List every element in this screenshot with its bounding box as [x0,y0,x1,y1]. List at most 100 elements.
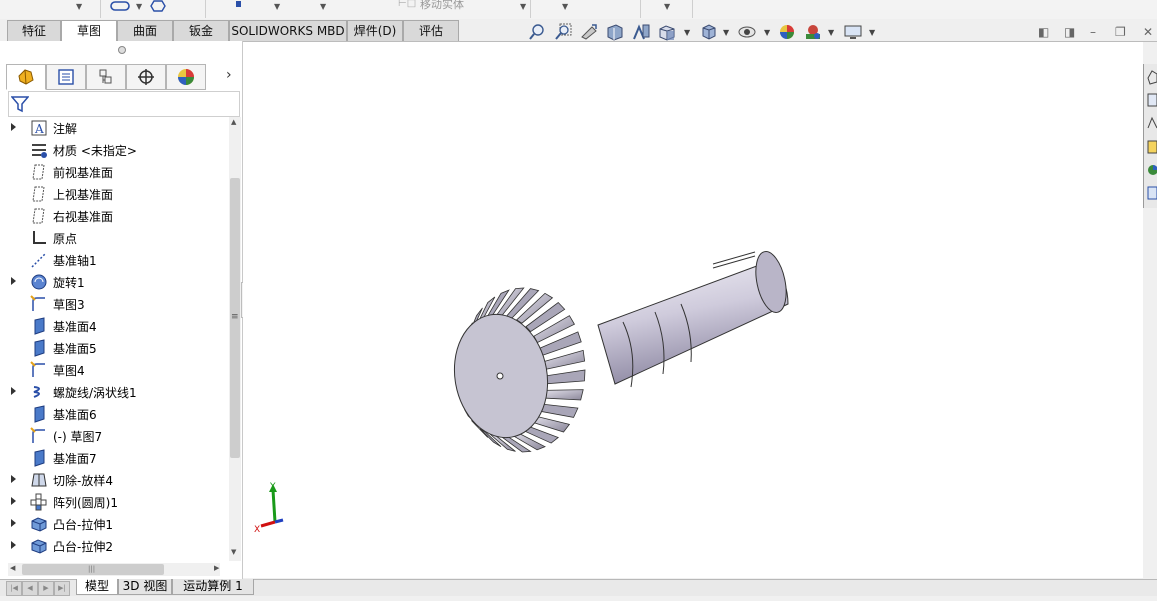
move-entity-icon[interactable]: ⊢□ [398,0,416,9]
hide-show-icon[interactable] [738,23,756,41]
chevron-right-icon[interactable]: › [226,67,232,83]
tab-property-manager[interactable] [46,64,86,90]
tab-3d-views[interactable]: 3D 视图 [118,579,172,595]
appearances-scenes-icon[interactable] [1146,161,1157,179]
restore-panel-left-icon[interactable]: ◧ [1038,25,1049,39]
feature-tree-item[interactable]: (-) 草图7 [0,425,226,447]
feature-tree-filter[interactable] [8,91,240,117]
restore-panel-right-icon[interactable]: ◨ [1064,25,1075,39]
feature-tree-item[interactable]: 基准轴1 [0,249,226,271]
point-icon[interactable] [236,1,241,7]
toolbar-separator [640,0,641,18]
feature-tree-item[interactable]: 草图4 [0,359,226,381]
dynamic-annotation-icon[interactable] [632,23,650,41]
view-settings-icon[interactable] [844,23,862,41]
dropdown-arrow-icon[interactable]: ▼ [684,28,690,37]
feature-tree-item[interactable]: 基准面7 [0,447,226,469]
expand-arrow-icon[interactable] [11,475,16,483]
feature-tree-item[interactable]: 切除-放样4 [0,469,226,491]
dropdown-arrow-icon[interactable]: ▼ [320,2,326,11]
dropdown-arrow-icon[interactable]: ▼ [274,2,280,11]
expand-arrow-icon[interactable] [11,541,16,549]
apply-scene-icon[interactable] [804,23,822,41]
feature-tree-item[interactable]: A 注解 [0,117,226,139]
tab-configuration-manager[interactable] [86,64,126,90]
tab-features[interactable]: 特征 [7,20,61,41]
feature-tree-item[interactable]: 阵列(圆周)1 [0,491,226,513]
feature-tree-item[interactable]: 右视基准面 [0,205,226,227]
view-palette-icon[interactable] [1146,138,1157,156]
tab-surfaces[interactable]: 曲面 [117,20,173,41]
view-orientation-icon[interactable] [658,23,676,41]
scroll-right-icon[interactable]: ▶ [214,564,219,572]
drag-handle-icon[interactable]: ≡ [231,312,239,322]
panel-collapse-handle[interactable] [118,46,126,54]
polygon-icon[interactable] [150,0,166,12]
feature-tree-item[interactable]: 基准面6 [0,403,226,425]
tab-solidworks-mbd[interactable]: SOLIDWORKS MBD [229,20,347,41]
maximize-icon[interactable]: ❐ [1115,25,1126,39]
dropdown-arrow-icon[interactable]: ▼ [562,2,568,11]
first-tab-icon[interactable]: |◀ [6,581,22,596]
scroll-down-icon[interactable]: ▼ [231,548,236,556]
dropdown-arrow-icon[interactable]: ▼ [76,2,82,11]
solidworks-resources-icon[interactable] [1146,68,1157,86]
feature-tree-item[interactable]: 草图3 [0,293,226,315]
bevel-gear-shaft-model[interactable] [243,42,1143,578]
expand-arrow-icon[interactable] [11,277,16,285]
display-style-icon[interactable] [700,23,718,41]
section-view-icon[interactable] [606,23,624,41]
feature-tree-item[interactable]: 基准面4 [0,315,226,337]
feature-tree-item[interactable]: 螺旋线/涡状线1 [0,381,226,403]
dropdown-arrow-icon[interactable]: ▼ [664,2,670,11]
dropdown-arrow-icon[interactable]: ▼ [520,2,526,11]
design-library-icon[interactable] [1146,91,1157,109]
feature-tree-item[interactable]: 原点 [0,227,226,249]
tab-motion-study[interactable]: 运动算例 1 [172,579,254,595]
dropdown-arrow-icon[interactable]: ▼ [828,28,834,37]
last-tab-icon[interactable]: ▶| [54,581,70,596]
tab-dimxpert-manager[interactable] [126,64,166,90]
feature-tree-item[interactable]: 基准面5 [0,337,226,359]
expand-arrow-icon[interactable] [11,519,16,527]
close-icon[interactable]: ✕ [1143,25,1153,39]
feature-tree-item[interactable]: 前视基准面 [0,161,226,183]
tab-sketch[interactable]: 草图 [61,20,117,41]
scroll-left-icon[interactable]: ◀ [10,564,15,572]
origin-icon [33,231,46,244]
scroll-up-icon[interactable]: ▲ [231,118,236,126]
feature-tree-item-label: 基准面6 [53,408,97,422]
feature-tree-item[interactable]: 凸台-拉伸2 [0,535,226,557]
feature-tree-item[interactable]: 旋转1 [0,271,226,293]
tab-evaluate[interactable]: 评估 [403,20,459,41]
feature-tree-item[interactable]: 上视基准面 [0,183,226,205]
feature-tree-item[interactable]: 材质 <未指定> [0,139,226,161]
tab-sheet-metal[interactable]: 钣金 [173,20,229,41]
tab-model[interactable]: 模型 [76,579,118,595]
dropdown-arrow-icon[interactable]: ▼ [764,28,770,37]
expand-arrow-icon[interactable] [11,123,16,131]
tab-weldments[interactable]: 焊件(D) [347,20,403,41]
tab-display-manager[interactable] [166,64,206,90]
move-entity-label[interactable]: 移动实体 [420,0,464,12]
zoom-to-area-icon[interactable] [554,23,572,41]
dropdown-arrow-icon[interactable]: ▼ [723,28,729,37]
edit-appearance-icon[interactable] [778,23,796,41]
zoom-to-fit-icon[interactable] [528,23,546,41]
prev-tab-icon[interactable]: ◀ [22,581,38,596]
expand-arrow-icon[interactable] [11,387,16,395]
dropdown-arrow-icon[interactable]: ▼ [136,2,142,11]
feature-tree-item[interactable]: 凸台-拉伸1 [0,513,226,535]
circular-pattern-icon [30,493,47,511]
dropdown-arrow-icon[interactable]: ▼ [869,28,875,37]
file-explorer-icon[interactable] [1146,114,1157,132]
custom-properties-icon[interactable] [1146,184,1157,202]
expand-arrow-icon[interactable] [11,497,16,505]
graphics-area[interactable]: Y X [243,42,1143,578]
slot-icon[interactable] [110,1,130,13]
previous-view-icon[interactable] [580,23,598,41]
next-tab-icon[interactable]: ▶ [38,581,54,596]
tab-feature-manager[interactable] [6,64,46,90]
feature-tree-item-label: 凸台-拉伸1 [53,518,113,532]
minimize-icon[interactable]: – [1090,25,1096,39]
